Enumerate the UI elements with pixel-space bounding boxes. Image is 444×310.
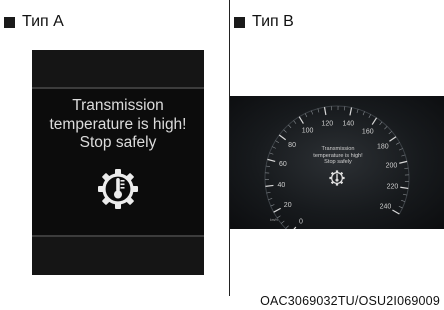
gauge-minor-tick [288, 124, 292, 129]
gauge-minor-tick [266, 191, 271, 194]
gauge-major-tick [323, 106, 327, 116]
bullet-square-icon [234, 16, 245, 28]
gauge-major-tick [265, 184, 274, 187]
display-top-band [32, 50, 204, 87]
gauge-tick-label: 20 [284, 202, 292, 209]
gauge-minor-tick [384, 126, 388, 130]
gauge-minor-tick [304, 113, 308, 118]
gauge-tick-label: 40 [277, 182, 285, 189]
gauge-major-tick [267, 158, 276, 163]
gauge-minor-tick [398, 206, 403, 209]
warning-message: Transmission temperature is high! Stop s… [313, 146, 363, 166]
gauge-minor-tick [368, 114, 371, 119]
gauge-tick-label: 100 [302, 128, 314, 135]
cluster-display-type-a: Transmission temperature is high! Stop s… [32, 50, 204, 275]
gauge-tick-label: 240 [380, 203, 392, 210]
gauge-tick-label: 80 [288, 142, 296, 149]
cluster-display-type-b: 0 20 40 60 80 100 120 140 160 180 200 220 240 km/h T… [230, 96, 444, 229]
gauge-major-tick [298, 116, 304, 124]
gauge-minor-tick [401, 154, 406, 157]
gauge-minor-tick [402, 193, 408, 196]
gauge-minor-tick [311, 110, 314, 115]
gauge-tick-label: 160 [362, 129, 374, 136]
gauge-minor-tick [317, 108, 320, 113]
gauge-tick-label: 180 [377, 143, 389, 150]
display-bottom-band [32, 237, 204, 275]
gauge-minor-tick [270, 204, 275, 207]
panel-label-text: Тип B [252, 13, 294, 30]
bullet-square-icon [4, 16, 15, 28]
gauge-minor-tick [398, 148, 403, 151]
panel-label-type-a: Тип A [4, 13, 64, 31]
gauge-minor-tick [401, 200, 406, 202]
speedometer-unit-label: km/h [270, 218, 278, 222]
gauge-minor-tick [275, 140, 280, 143]
gauge-minor-tick [283, 129, 287, 133]
display-separator [32, 87, 204, 89]
gauge-minor-tick [388, 131, 393, 135]
gauge-major-tick [273, 207, 281, 213]
gauge-tick-label: 220 [387, 184, 399, 191]
gauge-minor-tick [280, 220, 285, 224]
transmission-temperature-warning-icon [329, 170, 345, 186]
gauge-tick-label: 140 [342, 121, 354, 128]
gauge-minor-tick [269, 152, 274, 155]
gauge-minor-tick [404, 167, 409, 169]
gauge-minor-tick [395, 142, 400, 145]
transmission-temperature-warning-icon [98, 169, 138, 209]
gauge-minor-tick [265, 165, 270, 167]
gauge-major-tick [392, 209, 400, 215]
gauge-major-tick [389, 136, 397, 142]
gauge-minor-tick [268, 198, 273, 200]
gauge-minor-tick [272, 146, 276, 149]
gauge-tick-label: 0 [299, 218, 303, 225]
gauge-minor-tick [293, 120, 297, 124]
gauge-tick-label: 120 [321, 120, 333, 127]
gauge-major-tick [278, 134, 287, 141]
gauge-major-tick [399, 160, 408, 164]
gauge-tick-label: 200 [386, 162, 398, 169]
panel-label-text: Тип A [22, 13, 64, 30]
gauge-major-tick [349, 107, 353, 116]
gauge-major-tick [371, 117, 378, 125]
gauge-major-tick [400, 186, 409, 190]
gauge-minor-tick [356, 109, 359, 114]
gauge-minor-tick [276, 215, 281, 219]
gauge-major-tick [293, 226, 297, 229]
gauge-tick-label: 60 [279, 161, 287, 168]
gauge-minor-tick [285, 225, 289, 229]
panel-label-type-b: Тип B [234, 13, 294, 31]
warning-message: Transmission temperature is high! Stop s… [49, 97, 187, 151]
figure-reference-code: OAC3069032TU/OSU2I069009 [260, 294, 440, 308]
gauge-minor-tick [379, 121, 383, 126]
gauge-minor-tick [362, 111, 365, 116]
